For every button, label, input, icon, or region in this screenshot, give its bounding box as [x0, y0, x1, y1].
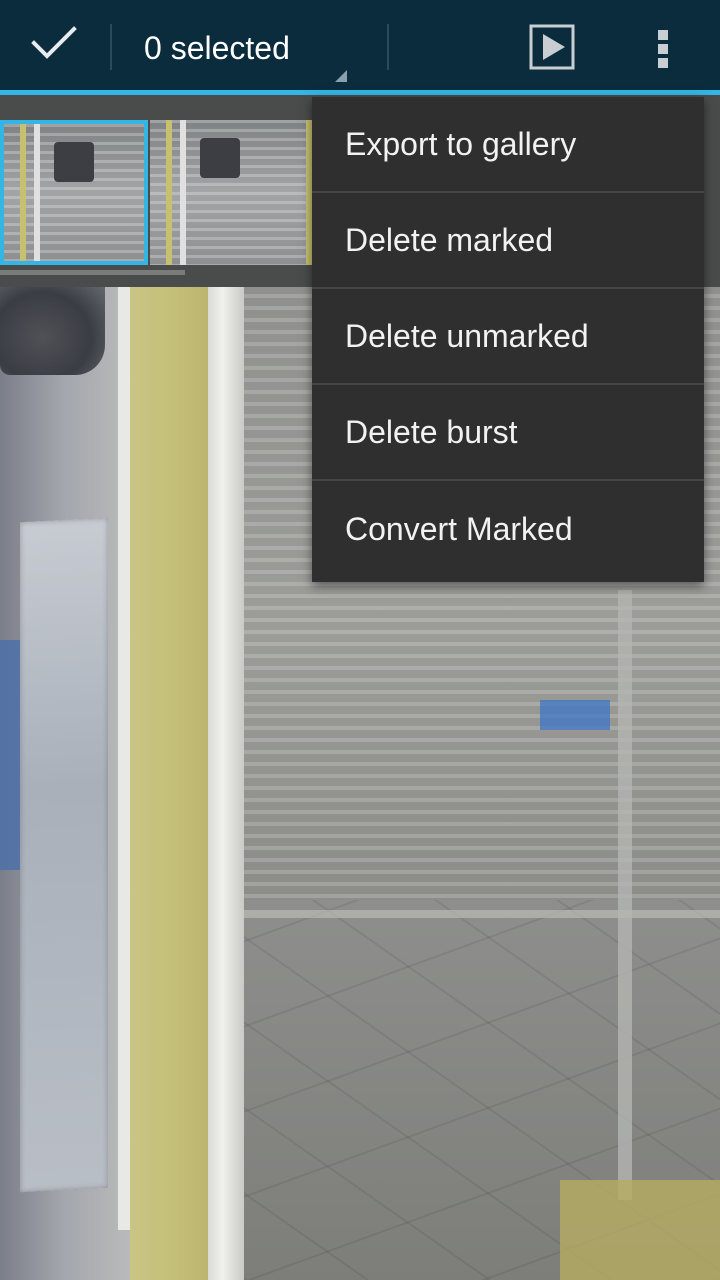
photo-blue-reflection [540, 700, 610, 730]
photo-yellow-pillar [130, 270, 220, 1280]
photo-rail [240, 910, 720, 918]
actionbar-accent-line [0, 90, 720, 95]
play-button[interactable] [516, 13, 588, 85]
menu-item-export-to-gallery[interactable]: Export to gallery [312, 97, 704, 193]
photo-mullion [618, 590, 632, 1200]
thumbnail[interactable] [150, 120, 298, 265]
spinner-indicator-icon [335, 70, 347, 82]
photo-left-panel [20, 517, 108, 1193]
action-bar: 0 selected [0, 0, 720, 90]
menu-item-delete-unmarked[interactable]: Delete unmarked [312, 289, 704, 385]
play-icon [529, 24, 575, 74]
photo-floor-yellow [560, 1180, 720, 1280]
photo-device [0, 280, 105, 375]
actionbar-divider [387, 24, 389, 70]
selection-count-title: 0 selected [144, 30, 290, 66]
strip-scroll-indicator [0, 270, 185, 275]
done-button[interactable] [0, 0, 108, 90]
menu-item-delete-marked[interactable]: Delete marked [312, 193, 704, 289]
thumbnail-selected[interactable] [0, 120, 148, 265]
photo-door-frame [208, 270, 244, 1280]
overflow-menu-icon [658, 26, 668, 72]
menu-item-delete-burst[interactable]: Delete burst [312, 385, 704, 481]
menu-item-convert-marked[interactable]: Convert Marked [312, 481, 704, 577]
selection-spinner[interactable]: 0 selected [112, 0, 387, 90]
overflow-menu: Export to gallery Delete marked Delete u… [312, 97, 704, 582]
checkmark-icon [30, 25, 78, 65]
overflow-menu-button[interactable] [628, 13, 698, 85]
